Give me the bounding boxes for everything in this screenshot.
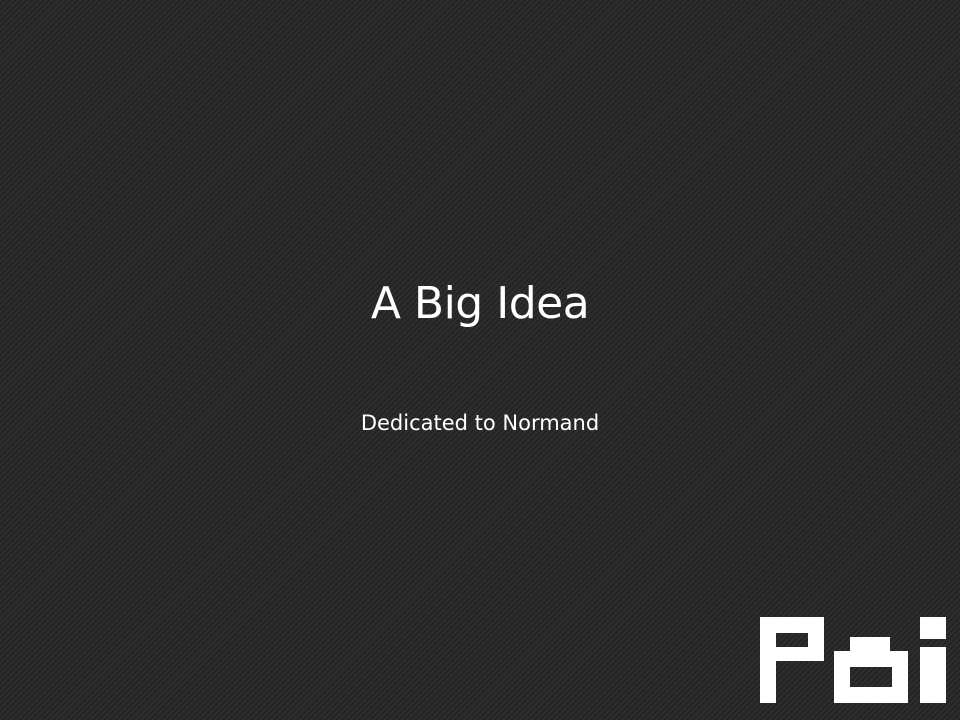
poi-logo-icon [760,617,946,703]
slide-title: A Big Idea [370,278,590,329]
slide-subtitle: Dedicated to Normand [360,411,600,435]
title-slide: A Big Idea Dedicated to Normand [0,0,960,720]
